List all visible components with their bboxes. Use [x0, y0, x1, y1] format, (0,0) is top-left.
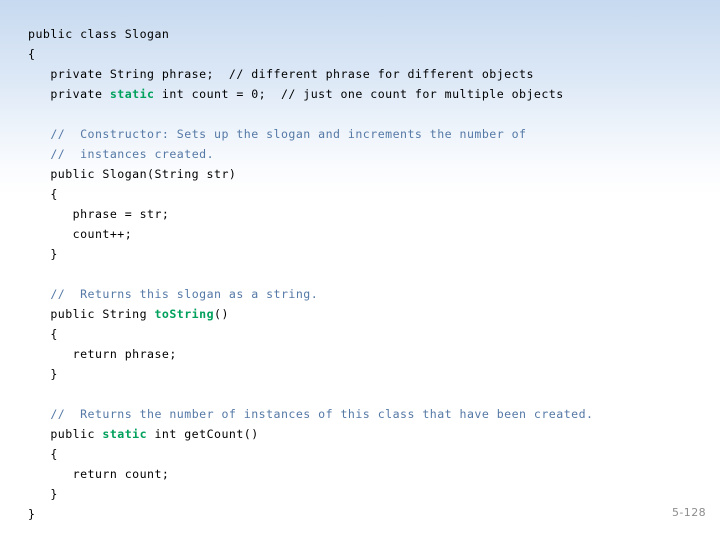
code-token-doc: // Returns the number of instances of th… — [50, 407, 594, 421]
code-line: { — [28, 324, 700, 344]
code-token-code: { — [28, 47, 36, 61]
code-token-code: public class Slogan — [28, 27, 170, 41]
code-line: public static int getCount() — [28, 424, 700, 444]
code-token-code: int count = 0; — [154, 87, 281, 101]
code-line: // Returns this slogan as a string. — [28, 284, 700, 304]
code-token-code: { — [28, 187, 58, 201]
code-token-code — [28, 147, 50, 161]
code-token-code: { — [28, 447, 58, 461]
slide-canvas: public class Slogan { private String phra… — [0, 0, 720, 540]
code-token-code: () — [214, 307, 229, 321]
code-token-code: } — [28, 367, 58, 381]
code-token-code: } — [28, 507, 36, 521]
code-token-code: private — [28, 87, 110, 101]
code-line: { — [28, 44, 700, 64]
code-token-code: phrase = str; — [28, 207, 170, 221]
code-token-code: return phrase; — [28, 347, 177, 361]
code-line: public class Slogan — [28, 24, 700, 44]
code-line: count++; — [28, 224, 700, 244]
code-token-code — [28, 407, 50, 421]
code-token-code: public Slogan(String str) — [28, 167, 237, 181]
code-line: { — [28, 184, 700, 204]
code-line: } — [28, 244, 700, 264]
code-line: } — [28, 504, 700, 524]
code-token-code: int getCount() — [147, 427, 259, 441]
code-line: // Constructor: Sets up the slogan and i… — [28, 124, 700, 144]
code-token-inline-comment: // just one count for multiple objects — [280, 87, 564, 101]
code-token-key: static — [109, 87, 155, 101]
code-token-code: return count; — [28, 467, 170, 481]
code-token-code: } — [28, 247, 58, 261]
page-number: 5-128 — [672, 506, 706, 519]
code-line: // instances created. — [28, 144, 700, 164]
code-line: return count; — [28, 464, 700, 484]
code-line: phrase = str; — [28, 204, 700, 224]
code-line: private String phrase; // different phra… — [28, 64, 700, 84]
code-token-key: toString — [154, 307, 215, 321]
code-token-code: public — [28, 427, 103, 441]
code-token-code: { — [28, 327, 58, 341]
code-token-code — [28, 287, 50, 301]
code-line: return phrase; — [28, 344, 700, 364]
code-token-inline-comment: // different phrase for different object… — [228, 67, 534, 81]
code-token-code: count++; — [28, 227, 133, 241]
code-token-doc: // instances created. — [50, 147, 215, 161]
code-token-doc: // Returns this slogan as a string. — [50, 287, 319, 301]
code-token-code — [28, 127, 50, 141]
code-line: { — [28, 444, 700, 464]
code-token-code: public String — [28, 307, 155, 321]
code-line: private static int count = 0; // just on… — [28, 84, 700, 104]
code-token-doc: // Constructor: Sets up the slogan and i… — [50, 127, 527, 141]
code-token-key: static — [102, 427, 148, 441]
code-line: public String toString() — [28, 304, 700, 324]
code-line: } — [28, 484, 700, 504]
code-line: } — [28, 364, 700, 384]
code-token-code: } — [28, 487, 58, 501]
code-listing: public class Slogan { private String phra… — [28, 24, 700, 524]
code-line: public Slogan(String str) — [28, 164, 700, 184]
code-line: // Returns the number of instances of th… — [28, 404, 700, 424]
code-token-code: private String phrase; — [28, 67, 229, 81]
